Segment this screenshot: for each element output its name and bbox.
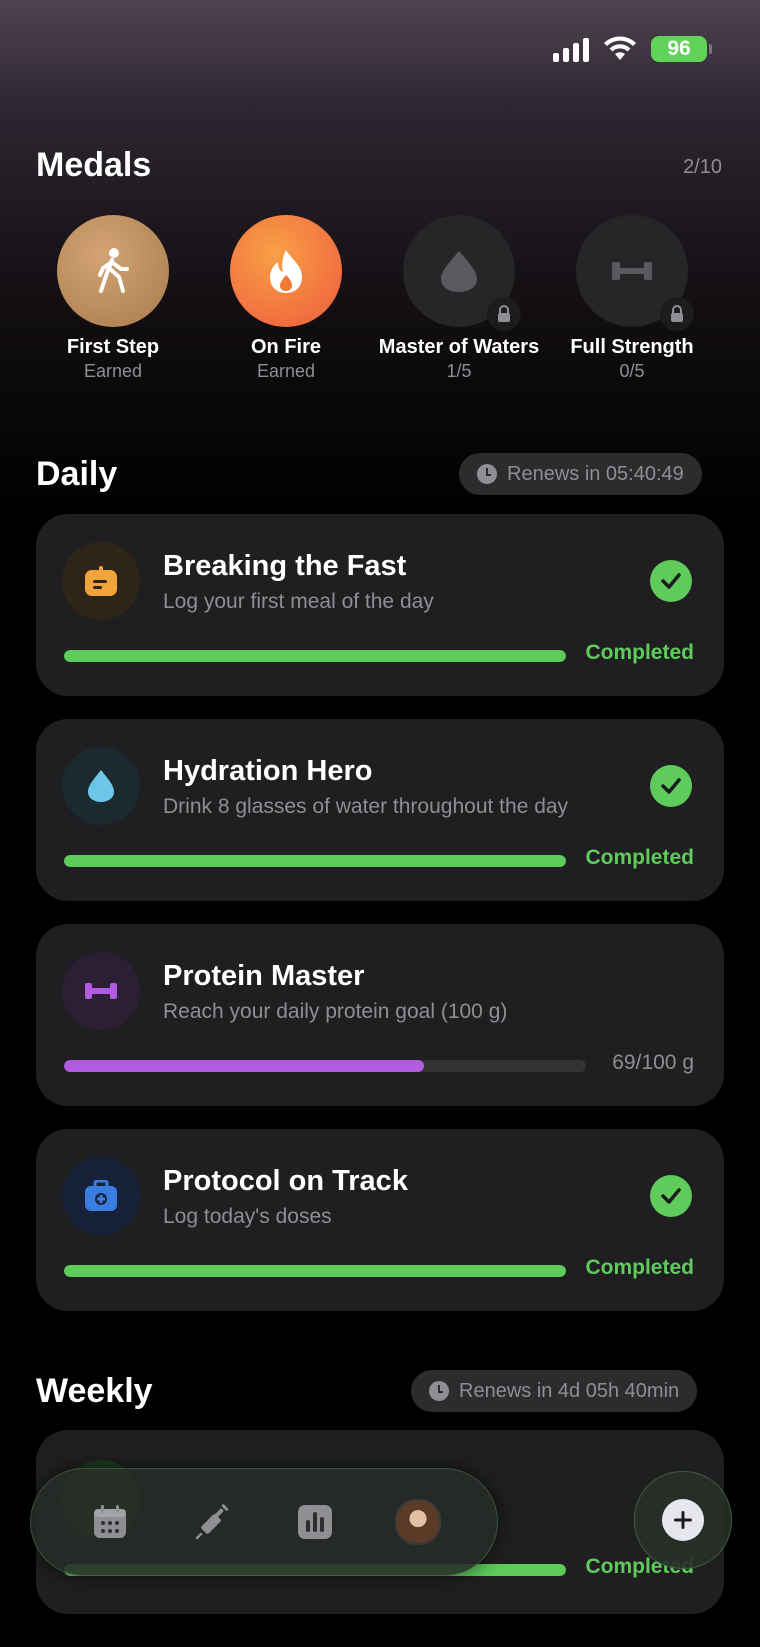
clock-icon [429,1381,449,1401]
weekly-renew-text: Renews in 4d 05h 40min [459,1379,680,1402]
medal-status: Earned [83,361,143,381]
status-bar: 96 [553,36,712,62]
flame-icon [270,250,302,293]
checkmark-icon [650,1175,692,1217]
lock-icon [660,297,694,331]
medal-full-strength[interactable]: Full Strength 0/5 [547,215,717,382]
checkmark-icon [650,765,692,807]
meal-box-icon [85,566,117,596]
add-button-container [634,1471,732,1569]
wifi-icon [604,36,636,60]
medals-title: Medals [36,146,152,184]
tab-calendar[interactable] [80,1492,140,1552]
progress-fill [64,1265,566,1277]
daily-renew-text: Renews in 05:40:49 [507,462,684,485]
medal-name: On Fire [250,336,321,358]
dumbbell-icon [85,983,117,999]
medal-badge [57,215,169,327]
progress-label: Completed [585,846,694,869]
tab-profile[interactable] [388,1492,448,1552]
medal-name: First Step [66,336,160,358]
clock-icon [477,464,497,484]
stats-icon [298,1505,333,1539]
card-icon-wrap [62,542,140,620]
card-subtitle: Log today's doses [163,1205,332,1228]
progress-bar [64,650,566,662]
medal-name: Master of Waters [378,336,540,358]
tab-stats[interactable] [285,1492,345,1552]
cellular-signal-icon [553,36,589,62]
calendar-icon [94,1505,127,1538]
challenge-card-protocol-on-track[interactable]: Protocol on Track Log today's doses Comp… [36,1129,724,1311]
card-title: Hydration Hero [163,755,373,787]
card-subtitle: Drink 8 glasses of water throughout the … [163,795,569,818]
challenge-card-breaking-the-fast[interactable]: Breaking the Fast Log your first meal of… [36,514,724,696]
progress-label: Completed [585,1256,694,1279]
medal-status: Earned [256,361,316,381]
medical-kit-icon [85,1180,117,1211]
water-drop-icon [88,770,114,802]
daily-title: Daily [36,455,118,493]
medal-name: Full Strength [570,336,694,358]
progress-bar [64,855,566,867]
add-button[interactable] [662,1499,704,1541]
tab-bar [30,1468,498,1576]
weekly-renew-pill: Renews in 4d 05h 40min [411,1370,698,1412]
challenge-card-protein-master[interactable]: Protein Master Reach your daily protein … [36,924,724,1106]
battery-indicator: 96 [651,36,712,62]
card-title: Protein Master [163,960,365,992]
progress-fill [64,650,566,662]
profile-avatar [394,1499,441,1545]
medals-count: 2/10 [683,156,722,178]
progress-fill [64,1060,425,1072]
card-icon-wrap [62,952,140,1030]
daily-renew-pill: Renews in 05:40:49 [459,453,702,495]
tab-injections[interactable] [183,1492,243,1552]
dumbbell-icon [612,262,652,280]
medal-on-fire[interactable]: On Fire Earned [201,215,371,382]
plus-icon [674,1511,692,1529]
progress-label: Completed [585,641,694,664]
lock-icon [487,297,521,331]
card-icon-wrap [62,1157,140,1235]
medal-badge [230,215,342,327]
challenge-card-hydration-hero[interactable]: Hydration Hero Drink 8 glasses of water … [36,719,724,901]
medal-status: 0/5 [619,361,645,381]
card-icon-wrap [62,747,140,825]
checkmark-icon [650,560,692,602]
syringe-icon [195,1504,229,1540]
card-subtitle: Log your first meal of the day [163,590,434,613]
medal-badge [576,215,694,331]
battery-level: 96 [651,36,707,62]
progress-fill [64,855,566,867]
card-title: Protocol on Track [163,1165,408,1197]
progress-bar [64,1060,586,1072]
card-title: Breaking the Fast [163,550,407,582]
water-drop-icon [441,251,477,292]
medal-master-of-waters[interactable]: Master of Waters 1/5 [374,215,544,382]
progress-bar [64,1265,566,1277]
weekly-title: Weekly [36,1372,153,1410]
medal-first-step[interactable]: First Step Earned [28,215,198,382]
medal-badge [403,215,521,331]
card-subtitle: Reach your daily protein goal (100 g) [163,1000,508,1023]
medal-status: 1/5 [446,361,472,381]
progress-label: 69/100 g [612,1051,694,1074]
walking-person-icon [98,248,129,293]
